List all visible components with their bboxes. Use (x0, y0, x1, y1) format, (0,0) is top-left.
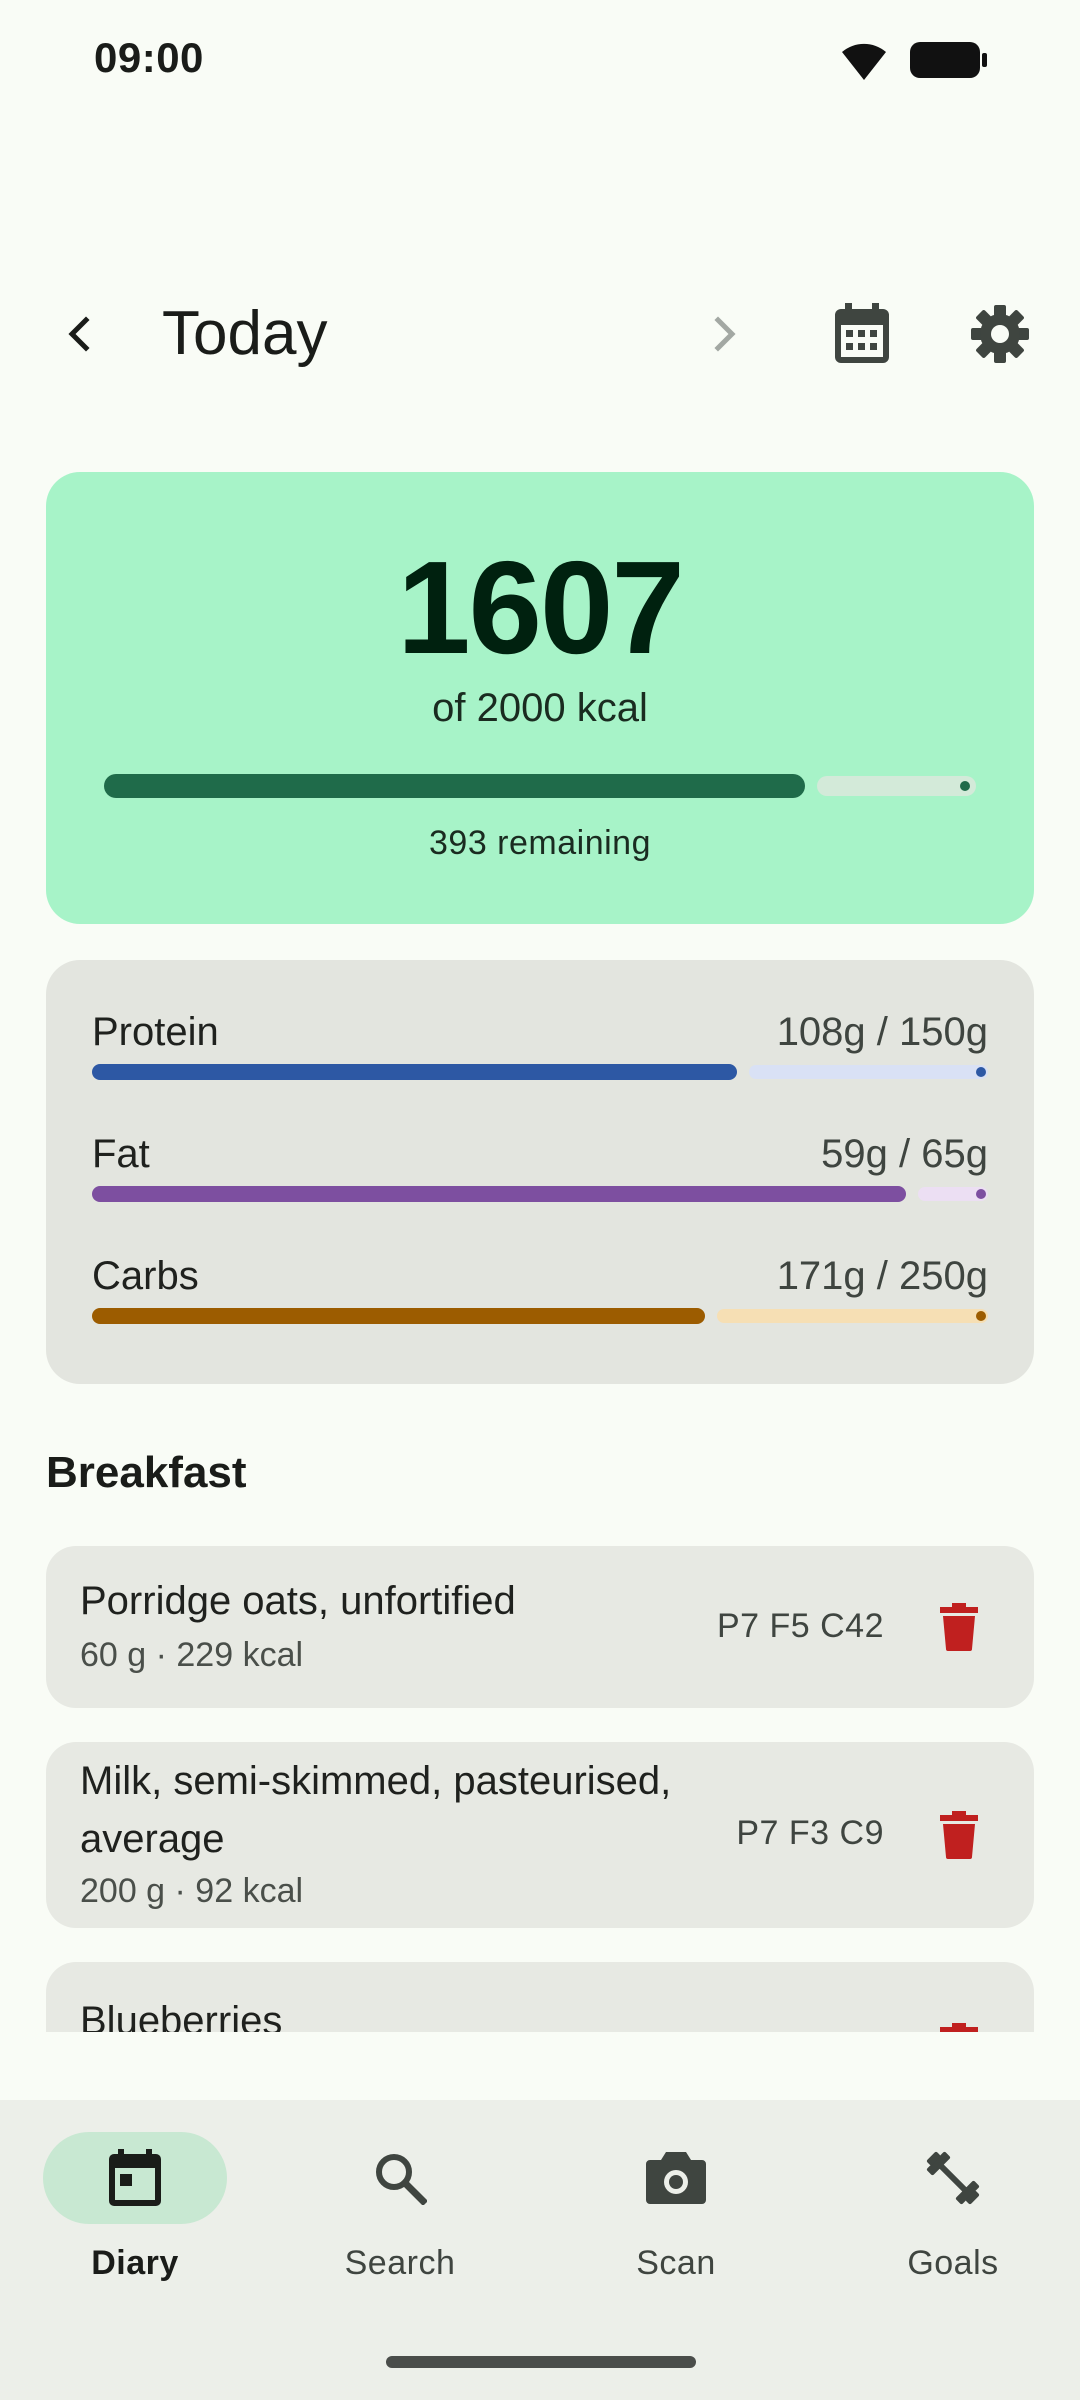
calorie-progress-bar (104, 774, 976, 798)
calorie-summary-card: 1607 of 2000 kcal 393 remaining (46, 472, 1034, 924)
macro-progress-end-dot (976, 1311, 986, 1321)
food-name: Milk, semi-skimmed, pasteurised, average (80, 1759, 672, 1861)
delete-button[interactable] (924, 2012, 994, 2032)
chevron-left-icon (68, 316, 90, 352)
gear-icon (971, 305, 1029, 363)
nav-item-goals[interactable]: Goals (818, 2132, 1080, 2332)
nav-indicator (43, 2132, 227, 2224)
settings-button[interactable] (958, 292, 1042, 376)
food-macros: P7 F5 C42 (716, 1607, 884, 1645)
next-day-button[interactable] (684, 294, 764, 374)
food-list: Porridge oats, unfortified 60 g · 229 kc… (46, 1546, 1034, 2032)
meal-section-title: Breakfast (46, 1448, 247, 1497)
food-item[interactable]: Blueberries (46, 1962, 1034, 2032)
calorie-progress-fill (104, 774, 805, 798)
search-icon (376, 2154, 427, 2205)
macro-value: 171g / 250g (776, 1254, 988, 1298)
macro-progress-fill (92, 1308, 705, 1324)
macro-progress-fill (92, 1064, 737, 1080)
macro-name: Fat (92, 1132, 150, 1176)
top-app-bar: Today (0, 270, 1080, 400)
macro-progress-fill (92, 1186, 906, 1202)
dumbbell-icon (926, 2151, 980, 2205)
calories-remaining: 393 remaining (429, 824, 651, 862)
trash-icon (940, 1811, 978, 1859)
food-item[interactable]: Porridge oats, unfortified 60 g · 229 kc… (46, 1546, 1034, 1708)
macro-name: Protein (92, 1010, 219, 1054)
nav-label: Diary (91, 2244, 179, 2282)
nav-item-scan[interactable]: Scan (541, 2132, 811, 2332)
status-bar: 09:00 (0, 0, 1080, 120)
nav-indicator (308, 2132, 492, 2224)
macros-card: Protein 108g / 150g Fat 59g / 65g Carbs … (46, 960, 1034, 1384)
macro-progress-track (717, 1309, 988, 1323)
chevron-right-icon (714, 316, 736, 352)
trash-icon (940, 2023, 978, 2032)
macro-row-carbs: Carbs 171g / 250g (92, 1254, 988, 1354)
macro-progress-track (749, 1065, 988, 1079)
macro-value: 59g / 65g (821, 1132, 988, 1176)
food-meta: 200 g · 92 kcal (80, 1872, 304, 1910)
calendar-icon (109, 2149, 161, 2206)
nav-label: Search (344, 2244, 456, 2282)
macro-name: Carbs (92, 1254, 199, 1298)
bottom-navigation: Diary Search Scan Goals (0, 2100, 1080, 2400)
food-name: Blueberries (80, 1999, 283, 2032)
macro-progress-bar (92, 1064, 988, 1080)
macro-row-fat: Fat 59g / 65g (92, 1132, 988, 1232)
macro-progress-end-dot (976, 1189, 986, 1199)
calorie-goal: of 2000 kcal (432, 686, 648, 730)
food-name: Porridge oats, unfortified (80, 1579, 516, 1623)
calendar-icon (835, 303, 889, 363)
wifi-icon (842, 43, 886, 80)
calories-consumed: 1607 (397, 534, 685, 681)
home-indicator[interactable] (386, 2356, 696, 2368)
food-meta: 60 g · 229 kcal (80, 1636, 304, 1674)
food-macros: P7 F3 C9 (736, 1814, 884, 1852)
delete-button[interactable] (924, 1592, 994, 1662)
macro-row-protein: Protein 108g / 150g (92, 1010, 988, 1110)
camera-icon (646, 2152, 706, 2204)
food-item[interactable]: Milk, semi-skimmed, pasteurised, average… (46, 1742, 1034, 1928)
nav-indicator (584, 2132, 768, 2224)
status-time: 09:00 (94, 34, 204, 81)
calorie-progress-track (817, 776, 976, 796)
nav-indicator (861, 2132, 1045, 2224)
macro-progress-bar (92, 1308, 988, 1324)
macro-value: 108g / 150g (776, 1010, 988, 1054)
nav-item-diary[interactable]: Diary (0, 2132, 270, 2332)
page-title: Today (162, 299, 328, 368)
macro-progress-bar (92, 1186, 988, 1202)
trash-icon (940, 1603, 978, 1651)
calorie-progress-end-dot (960, 781, 970, 791)
previous-day-button[interactable] (40, 294, 120, 374)
nav-item-search[interactable]: Search (265, 2132, 535, 2332)
nav-label: Goals (907, 2244, 999, 2282)
battery-icon (910, 42, 987, 78)
macro-progress-end-dot (976, 1067, 986, 1077)
calendar-button[interactable] (820, 292, 904, 376)
delete-button[interactable] (924, 1800, 994, 1870)
nav-label: Scan (636, 2244, 716, 2282)
